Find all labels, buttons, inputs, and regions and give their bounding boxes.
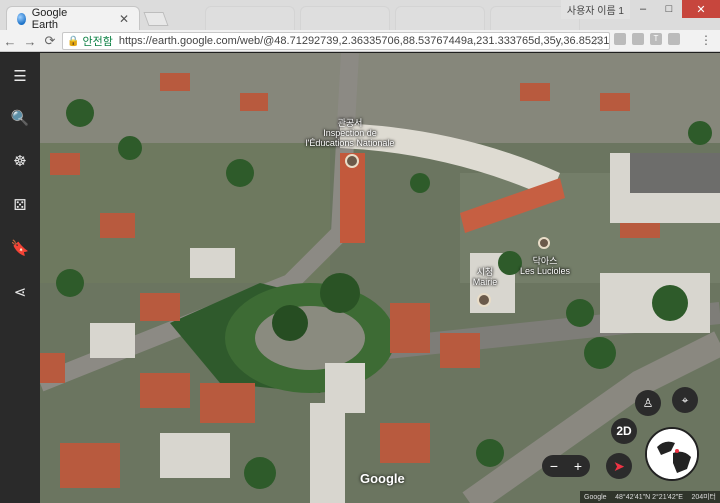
lock-icon: 🔒 xyxy=(67,35,80,47)
poi-label: Inspection de l'Éducations Nationale xyxy=(305,128,395,148)
pegman-icon[interactable]: ♙ xyxy=(635,390,661,416)
tab-title: Google Earth xyxy=(31,6,68,31)
secure-label: 안전함 xyxy=(82,36,113,48)
poi-korean-label: 시청 xyxy=(476,267,494,277)
google-earth-favicon-icon xyxy=(17,12,26,25)
close-window-button[interactable]: ✕ xyxy=(682,0,720,18)
search-icon[interactable]: 🔍 xyxy=(8,106,32,130)
voyager-icon[interactable]: ☸ xyxy=(8,149,32,173)
zoom-out-button[interactable]: − xyxy=(550,458,558,474)
bookmark-star-icon[interactable]: ☆ xyxy=(592,34,603,48)
poi-inspection[interactable]: 관공서 Inspection de l'Éducations Nationale xyxy=(300,118,400,148)
toolbar: ← → ⟳ 🔒 안전함 https://earth.google.com/web… xyxy=(0,30,720,52)
town-hall-pin-icon[interactable] xyxy=(477,293,491,307)
address-bar[interactable]: 🔒 안전함 https://earth.google.com/web/@48.7… xyxy=(62,32,610,50)
globe-minimap[interactable] xyxy=(645,427,699,481)
maximize-button[interactable]: □ xyxy=(656,0,682,18)
extension-t-icon[interactable]: T xyxy=(650,33,662,45)
forward-button[interactable]: → xyxy=(20,34,40,49)
feeling-lucky-icon[interactable]: ⚄ xyxy=(8,193,32,217)
minimize-button[interactable]: – xyxy=(630,0,656,18)
reload-button[interactable]: ⟳ xyxy=(40,33,60,49)
back-button[interactable]: ← xyxy=(0,34,20,49)
bookmark-icon[interactable]: 🔖 xyxy=(8,236,32,260)
earth-3d-view[interactable]: 관공서 Inspection de l'Éducations Nationale… xyxy=(40,53,720,503)
zoom-in-button[interactable]: + xyxy=(574,458,582,474)
extensions: T xyxy=(614,33,680,45)
tab-blurred-3[interactable] xyxy=(395,6,485,30)
tab-blurred-2[interactable] xyxy=(300,6,390,30)
status-bar: Google 48°42'41"N 2°21'42"E 204미터 xyxy=(580,491,720,503)
poi-mairie[interactable]: 시청 Mairie xyxy=(455,267,515,287)
attribution: Google xyxy=(584,493,607,501)
view-2d-button[interactable]: 2D xyxy=(611,418,637,444)
government-pin-icon[interactable] xyxy=(345,154,359,168)
extension-icon[interactable] xyxy=(632,33,644,45)
poi-label: Mairie xyxy=(472,277,498,287)
poi-lucioles[interactable]: 닥아스 Les Lucioles xyxy=(510,256,580,276)
tab-blurred-1[interactable] xyxy=(205,6,295,30)
poi-korean-label: 관공서 xyxy=(337,118,363,128)
close-tab-icon[interactable]: ✕ xyxy=(119,12,129,26)
altitude: 204미터 xyxy=(691,494,716,501)
poi-korean-label: 닥아스 xyxy=(532,256,558,266)
extension-icon[interactable] xyxy=(614,33,626,45)
browser-chrome: Google Earth ✕ 사용자 이름 1 – □ ✕ ← → ⟳ 🔒 안전… xyxy=(0,0,720,52)
coordinates: 48°42'41"N 2°21'42"E xyxy=(615,493,683,501)
profile-name[interactable]: 사용자 이름 1 xyxy=(560,0,630,19)
my-location-icon[interactable]: ⌖ xyxy=(672,387,698,413)
share-icon[interactable]: ⋖ xyxy=(8,280,32,304)
url-text: https://earth.google.com/web/@48.7129273… xyxy=(118,35,610,47)
menu-icon[interactable]: ☰ xyxy=(8,64,32,88)
poi-label: Les Lucioles xyxy=(519,266,571,276)
tab-bar: Google Earth ✕ 사용자 이름 1 – □ ✕ xyxy=(0,0,720,31)
tab-google-earth[interactable]: Google Earth ✕ xyxy=(6,6,140,31)
new-tab-button[interactable] xyxy=(143,12,169,26)
compass-icon[interactable]: ➤ xyxy=(606,453,632,479)
place-pin-icon[interactable] xyxy=(538,237,550,249)
window-controls: – □ ✕ xyxy=(630,0,720,18)
browser-menu-icon[interactable]: ⋮ xyxy=(700,33,712,47)
earth-sidebar: ☰ 🔍 ☸ ⚄ 🔖 ⋖ xyxy=(0,53,40,503)
google-logo: Google xyxy=(360,471,405,486)
extension-icon[interactable] xyxy=(668,33,680,45)
zoom-controls: − + xyxy=(542,455,590,477)
